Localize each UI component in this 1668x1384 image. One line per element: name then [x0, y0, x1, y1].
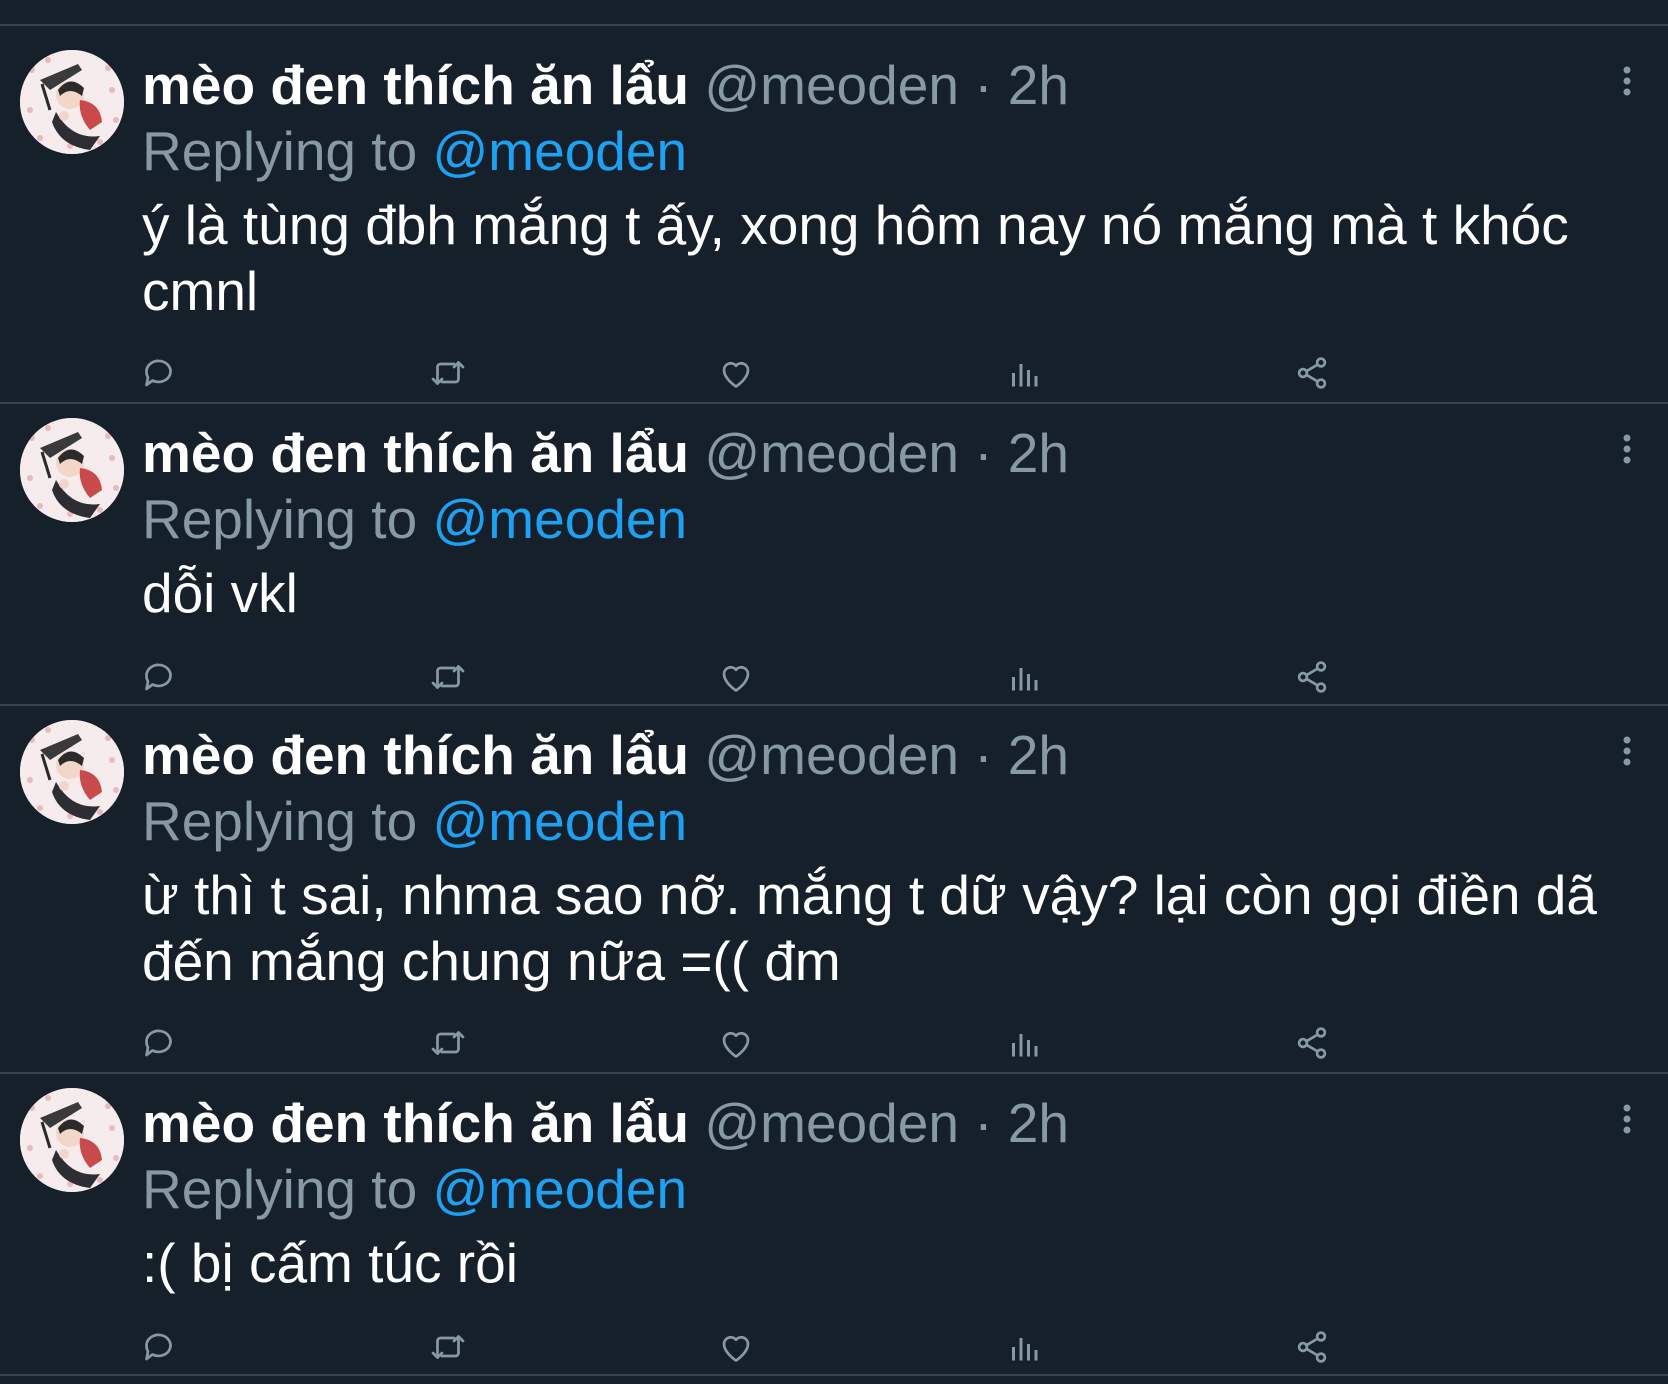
tweet-text: ừ thì t sai, nhma sao nỡ. mắng t dữ vậy?…	[142, 864, 1597, 992]
avatar[interactable]	[20, 50, 124, 154]
separator: ·	[974, 1092, 993, 1154]
tweet-text: :( bị cấm túc rồi	[142, 1232, 518, 1294]
replying-to: Replying to @meoden	[142, 1154, 687, 1224]
replying-prefix: Replying to	[142, 1158, 418, 1220]
reply-icon[interactable]	[142, 1329, 178, 1365]
more-options-icon[interactable]	[1612, 720, 1642, 780]
avatar[interactable]	[20, 418, 124, 522]
analytics-icon[interactable]	[1006, 1025, 1042, 1061]
user-handle[interactable]: @meoden	[704, 422, 959, 484]
replying-to-handle[interactable]: @meoden	[432, 488, 687, 550]
retweet-icon[interactable]	[430, 355, 466, 391]
action-bar	[142, 1025, 1442, 1065]
heart-icon[interactable]	[718, 659, 754, 695]
separator: ·	[974, 422, 993, 484]
timeline: mèo đen thích ăn lẩu @meoden · 2h Replyi…	[0, 0, 1668, 1384]
user-handle[interactable]: @meoden	[704, 1092, 959, 1154]
tweet-header: mèo đen thích ăn lẩu @meoden · 2h	[142, 720, 1069, 790]
heart-icon[interactable]	[718, 355, 754, 391]
share-icon[interactable]	[1294, 1025, 1330, 1061]
display-name[interactable]: mèo đen thích ăn lẩu	[142, 1092, 689, 1154]
display-name[interactable]: mèo đen thích ăn lẩu	[142, 54, 689, 116]
replying-to: Replying to @meoden	[142, 116, 687, 186]
tweet-header: mèo đen thích ăn lẩu @meoden · 2h	[142, 418, 1069, 488]
tweet[interactable]: mèo đen thích ăn lẩu @meoden · 2h Replyi…	[0, 418, 1668, 703]
analytics-icon[interactable]	[1006, 1329, 1042, 1365]
share-icon[interactable]	[1294, 1329, 1330, 1365]
retweet-icon[interactable]	[430, 1025, 466, 1061]
retweet-icon[interactable]	[430, 659, 466, 695]
more-options-icon[interactable]	[1612, 1088, 1642, 1148]
heart-icon[interactable]	[718, 1329, 754, 1365]
separator: ·	[974, 54, 993, 116]
reply-icon[interactable]	[142, 659, 178, 695]
replying-to: Replying to @meoden	[142, 484, 687, 554]
replying-prefix: Replying to	[142, 488, 418, 550]
tweet-header: mèo đen thích ăn lẩu @meoden · 2h	[142, 1088, 1069, 1158]
share-icon[interactable]	[1294, 355, 1330, 391]
analytics-icon[interactable]	[1006, 659, 1042, 695]
timestamp[interactable]: 2h	[1008, 1092, 1069, 1154]
tweet-text: dỗi vkl	[142, 562, 298, 624]
display-name[interactable]: mèo đen thích ăn lẩu	[142, 422, 689, 484]
tweet-text: ý là tùng đbh mắng t ấy, xong hôm nay nó…	[142, 194, 1569, 322]
action-bar	[142, 1329, 1442, 1369]
retweet-icon[interactable]	[430, 1329, 466, 1365]
action-bar	[142, 355, 1442, 395]
divider	[0, 1374, 1668, 1376]
separator: ·	[974, 724, 993, 786]
avatar[interactable]	[20, 1088, 124, 1192]
divider	[0, 704, 1668, 706]
user-handle[interactable]: @meoden	[704, 724, 959, 786]
more-options-icon[interactable]	[1612, 50, 1642, 110]
user-handle[interactable]: @meoden	[704, 54, 959, 116]
replying-to: Replying to @meoden	[142, 786, 687, 856]
reply-icon[interactable]	[142, 355, 178, 391]
timestamp[interactable]: 2h	[1008, 724, 1069, 786]
replying-to-handle[interactable]: @meoden	[432, 790, 687, 852]
action-bar	[142, 659, 1442, 699]
tweet-header: mèo đen thích ăn lẩu @meoden · 2h	[142, 50, 1069, 120]
tweet[interactable]: mèo đen thích ăn lẩu @meoden · 2h Replyi…	[0, 50, 1668, 400]
divider	[0, 24, 1668, 26]
tweet[interactable]: mèo đen thích ăn lẩu @meoden · 2h Replyi…	[0, 1088, 1668, 1373]
replying-prefix: Replying to	[142, 120, 418, 182]
tweet[interactable]: mèo đen thích ăn lẩu @meoden · 2h Replyi…	[0, 720, 1668, 1070]
share-icon[interactable]	[1294, 659, 1330, 695]
heart-icon[interactable]	[718, 1025, 754, 1061]
divider	[0, 1072, 1668, 1074]
avatar[interactable]	[20, 720, 124, 824]
replying-to-handle[interactable]: @meoden	[432, 120, 687, 182]
replying-prefix: Replying to	[142, 790, 418, 852]
reply-icon[interactable]	[142, 1025, 178, 1061]
timestamp[interactable]: 2h	[1008, 422, 1069, 484]
analytics-icon[interactable]	[1006, 355, 1042, 391]
more-options-icon[interactable]	[1612, 418, 1642, 478]
timestamp[interactable]: 2h	[1008, 54, 1069, 116]
display-name[interactable]: mèo đen thích ăn lẩu	[142, 724, 689, 786]
replying-to-handle[interactable]: @meoden	[432, 1158, 687, 1220]
divider	[0, 402, 1668, 404]
